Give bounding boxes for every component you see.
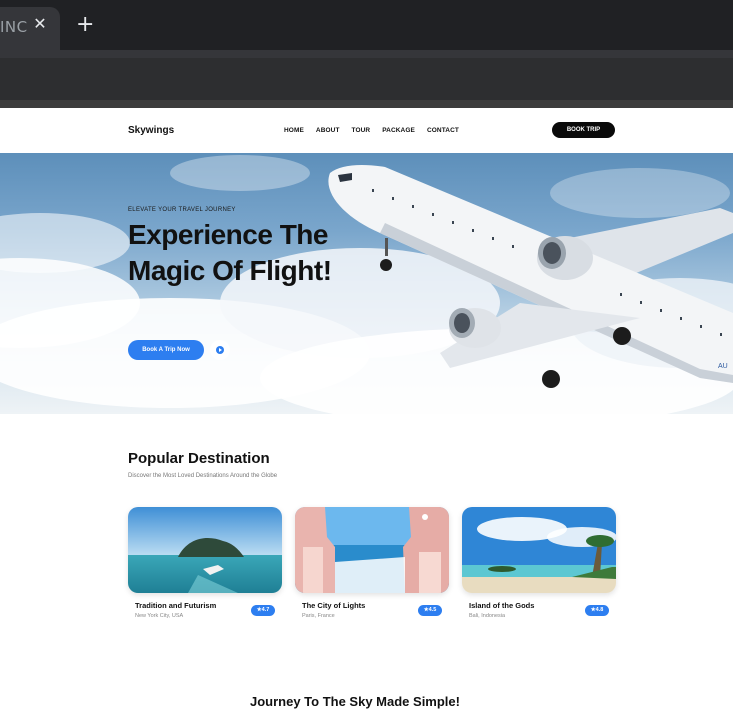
destination-location: New York City, USA (135, 613, 184, 619)
viewport-border (0, 100, 733, 108)
destination-card[interactable]: Tradition and Futurism New York City, US… (128, 507, 282, 627)
rating-value: 4.5 (428, 607, 437, 613)
rating-badge: ★4.8 (585, 605, 609, 616)
toolbar-divider (0, 50, 733, 58)
site-header: Skywings HOME ABOUT TOUR PACKAGE CONTACT… (0, 108, 733, 153)
close-tab-icon[interactable]: ✕ (32, 15, 48, 33)
section-subtitle: Discover the Most Loved Destinations Aro… (128, 473, 278, 479)
destination-name: The City of Lights (302, 601, 366, 610)
new-tab-icon[interactable]: + (76, 14, 94, 36)
rating-badge: ★4.5 (418, 605, 442, 616)
browser-tab-strip: INC ✕ + (0, 0, 733, 50)
nav-contact[interactable]: CONTACT (427, 127, 459, 134)
destination-location: Bali, Indonesia (469, 613, 506, 619)
destination-image (128, 507, 282, 593)
nav-tour[interactable]: TOUR (352, 127, 371, 134)
play-video-button[interactable] (210, 340, 230, 360)
book-a-trip-button[interactable]: Book A Trip Now (128, 340, 204, 360)
hero-eyebrow: ELEVATE YOUR TRAVEL JOURNEY (128, 207, 236, 213)
play-icon (216, 346, 224, 354)
section-title: Popular Destination (128, 450, 270, 467)
hero-title: Experience The Magic Of Flight! (128, 219, 332, 286)
browser-tab[interactable]: INC ✕ (0, 7, 60, 50)
destination-name: Island of the Gods (469, 601, 535, 610)
tab-title: INC (0, 18, 28, 36)
rating-value: 4.7 (261, 607, 270, 613)
nav-home[interactable]: HOME (284, 127, 304, 134)
book-trip-button[interactable]: BOOK TRIP (552, 122, 615, 138)
rating-badge: ★4.7 (251, 605, 275, 616)
destination-card[interactable]: Island of the Gods Bali, Indonesia ★4.8 (462, 507, 616, 627)
destination-card[interactable]: The City of Lights Paris, France ★4.5 (295, 507, 449, 627)
plane-livery-text: AU (718, 363, 728, 370)
hero-background-image: AU (0, 155, 733, 414)
main-nav: HOME ABOUT TOUR PACKAGE CONTACT (284, 127, 471, 134)
rating-value: 4.8 (595, 607, 604, 613)
destination-image (295, 507, 449, 593)
destination-image (462, 507, 616, 593)
nav-package[interactable]: PACKAGE (382, 127, 415, 134)
destination-location: Paris, France (302, 613, 335, 619)
destination-name: Tradition and Futurism (135, 601, 217, 610)
site-logo[interactable]: Skywings (128, 125, 174, 136)
hero-section: AU ELEVATE YOUR TRAVEL JOURNEY Experienc… (0, 153, 733, 414)
nav-about[interactable]: ABOUT (316, 127, 340, 134)
next-section-title: Journey To The Sky Made Simple! (250, 694, 460, 709)
